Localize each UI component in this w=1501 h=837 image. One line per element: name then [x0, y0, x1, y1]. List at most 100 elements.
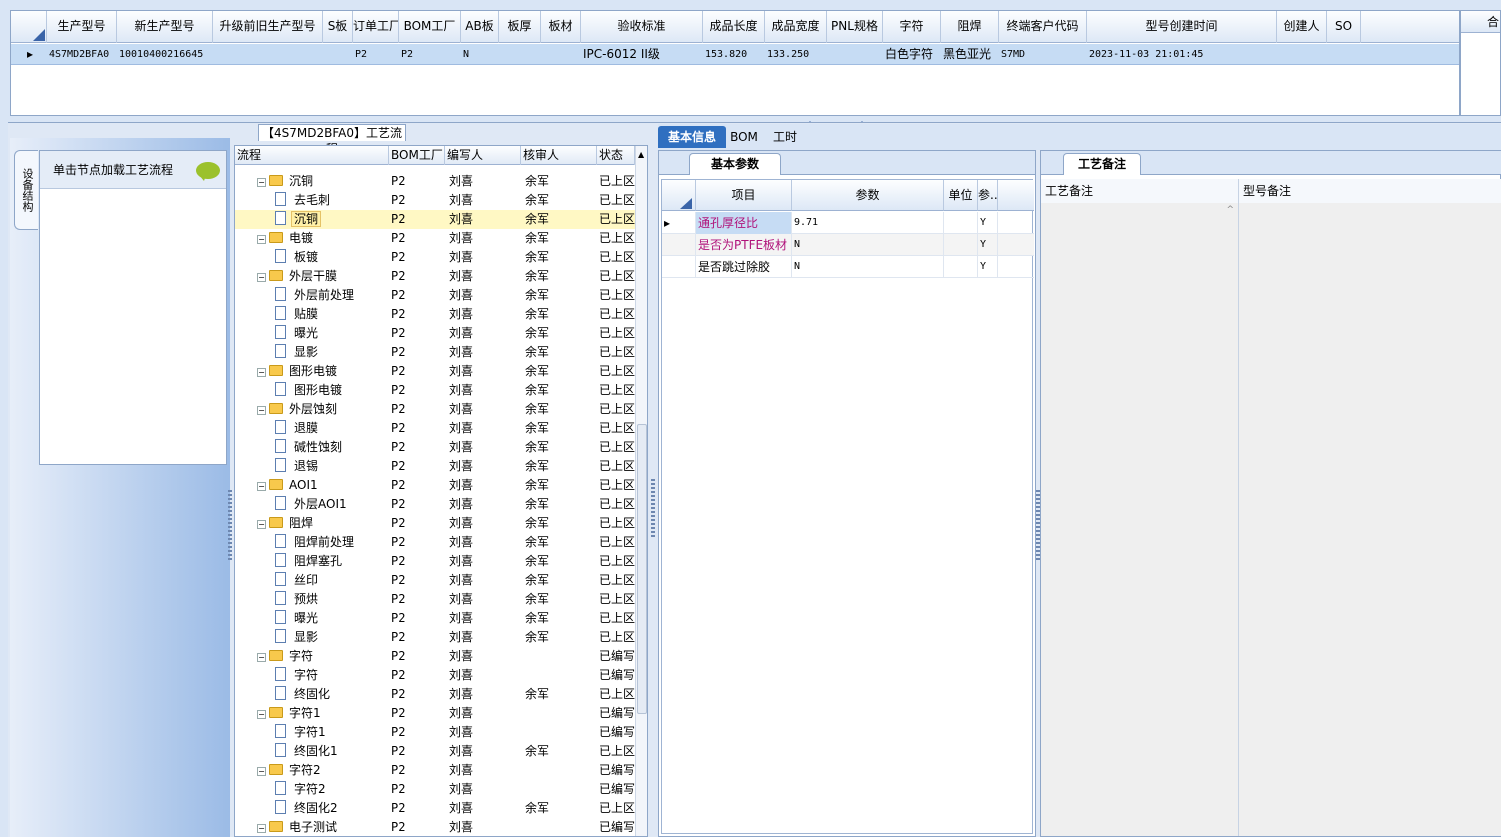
scroll-up-icon[interactable]: ^	[1226, 205, 1234, 215]
tree-node[interactable]: 沉铜	[275, 210, 389, 229]
tree-col-header[interactable]: 状态	[597, 146, 635, 165]
tree-node[interactable]: − 阻焊	[257, 514, 389, 533]
tree-node[interactable]: − 字符1	[257, 704, 389, 723]
tree-node[interactable]: − 外层蚀刻	[257, 400, 389, 419]
tree-node[interactable]: − 字符2	[257, 761, 389, 780]
tree-row[interactable]: 丝印 P2 刘喜 余军 已上区	[235, 571, 635, 590]
tree-row[interactable]: 去毛刺 P2 刘喜 余军 已上区	[235, 191, 635, 210]
col-header[interactable]: 成品宽度	[765, 11, 827, 43]
col-header[interactable]: 型号创建时间	[1087, 11, 1277, 43]
tree-col-header[interactable]: BOM工厂	[389, 146, 445, 165]
tree-node[interactable]: 丝印	[275, 571, 389, 590]
tree-row[interactable]: 阻焊塞孔 P2 刘喜 余军 已上区	[235, 552, 635, 571]
col-header[interactable]: 新生产型号	[117, 11, 213, 43]
tree-row[interactable]: 终固化 P2 刘喜 余军 已上区	[235, 685, 635, 704]
tree-row[interactable]: 阻焊前处理 P2 刘喜 余军 已上区	[235, 533, 635, 552]
tab-basic-info[interactable]: 基本信息	[658, 126, 726, 148]
tree-row[interactable]: 碱性蚀刻 P2 刘喜 余军 已上区	[235, 438, 635, 457]
tree-node[interactable]: 板镀	[275, 248, 389, 267]
tree-row[interactable]: 曝光 P2 刘喜 余军 已上区	[235, 609, 635, 628]
col-header[interactable]: 验收标准	[581, 11, 703, 43]
tree-row[interactable]: 外层AOI1 P2 刘喜 余军 已上区	[235, 495, 635, 514]
tree-node[interactable]: 退膜	[275, 419, 389, 438]
tree-node[interactable]: − 沉铜	[257, 172, 389, 191]
col-header[interactable]: AB板	[461, 11, 499, 43]
tree-node[interactable]: 阻焊前处理	[275, 533, 389, 552]
tree-row[interactable]: 字符 P2 刘喜 已编写	[235, 666, 635, 685]
tree-col-header[interactable]: 核审人	[521, 146, 597, 165]
tree-row[interactable]: 沉铜 P2 刘喜 余军 已上区	[235, 210, 635, 229]
tree-node[interactable]: − AOI1	[257, 476, 389, 495]
tree-node[interactable]: 字符1	[275, 723, 389, 742]
col-header[interactable]: 创建人	[1277, 11, 1327, 43]
params-header-item[interactable]: 项目	[696, 180, 792, 211]
tree-node[interactable]: 图形电镀	[275, 381, 389, 400]
tree-node[interactable]: − 图形电镀	[257, 362, 389, 381]
col-header[interactable]: 终端客户代码	[999, 11, 1087, 43]
collapse-icon[interactable]: −	[257, 368, 266, 377]
tree-row[interactable]: 退膜 P2 刘喜 余军 已上区	[235, 419, 635, 438]
tree-row[interactable]: − 外层蚀刻 P2 刘喜 余军 已上区	[235, 400, 635, 419]
collapse-icon[interactable]: −	[257, 406, 266, 415]
tree-node[interactable]: 退锡	[275, 457, 389, 476]
tree-node[interactable]: − 字符	[257, 647, 389, 666]
tree-node[interactable]: 显影	[275, 343, 389, 362]
tree-row[interactable]: 外层前处理 P2 刘喜 余军 已上区	[235, 286, 635, 305]
select-all-corner[interactable]	[11, 11, 47, 43]
param-cell-value[interactable]: N	[792, 234, 944, 256]
tree-node[interactable]: 预烘	[275, 590, 389, 609]
params-corner[interactable]	[662, 180, 696, 211]
collapse-icon[interactable]: −	[257, 235, 266, 244]
tree-row[interactable]: − AOI1 P2 刘喜 余军 已上区	[235, 476, 635, 495]
tree-row[interactable]: − 电镀 P2 刘喜 余军 已上区	[235, 229, 635, 248]
col-header[interactable]: 阻焊	[941, 11, 999, 43]
collapse-icon[interactable]: −	[257, 273, 266, 282]
tree-row[interactable]: − 字符1 P2 刘喜 已编写	[235, 704, 635, 723]
collapse-icon[interactable]: −	[257, 482, 266, 491]
tree-row[interactable]: 板镀 P2 刘喜 余军 已上区	[235, 248, 635, 267]
tree-node[interactable]: 字符	[275, 666, 389, 685]
tree-row[interactable]: 字符1 P2 刘喜 已编写	[235, 723, 635, 742]
param-row[interactable]: ▸ 通孔厚径比 9.71 Y	[662, 212, 1034, 234]
model-grid-row[interactable]: ▸ 4S7MD2BFA0 10010400216645 P2 P2 N IPC-6012 …	[11, 44, 1459, 65]
tree-row[interactable]: 终固化2 P2 刘喜 余军 已上区	[235, 799, 635, 818]
tree-row[interactable]: 显影 P2 刘喜 余军 已上区	[235, 628, 635, 647]
col-header[interactable]: 升级前旧生产型号	[213, 11, 323, 43]
collapse-icon[interactable]: −	[257, 710, 266, 719]
col-header[interactable]: 字符	[883, 11, 941, 43]
tree-node[interactable]: 碱性蚀刻	[275, 438, 389, 457]
tree-row[interactable]: 贴膜 P2 刘喜 余军 已上区	[235, 305, 635, 324]
tree-node[interactable]: 曝光	[275, 324, 389, 343]
tree-node[interactable]: 阻焊塞孔	[275, 552, 389, 571]
tree-scrollbar[interactable]: ▲	[635, 146, 647, 836]
process-remarks-field[interactable]: ^	[1041, 203, 1239, 836]
params-header-value[interactable]: 参数	[792, 180, 944, 211]
tree-splitter[interactable]	[648, 124, 658, 837]
tree-col-header[interactable]: 流程	[235, 146, 389, 165]
tree-node[interactable]: 外层AOI1	[275, 495, 389, 514]
tree-row[interactable]: 显影 P2 刘喜 余军 已上区	[235, 343, 635, 362]
collapse-icon[interactable]: −	[257, 178, 266, 187]
tree-node[interactable]: 终固化1	[275, 742, 389, 761]
tree-row[interactable]: 退锡 P2 刘喜 余军 已上区	[235, 457, 635, 476]
param-row[interactable]: 是否跳过除胶 N Y	[662, 256, 1034, 278]
tree-node[interactable]: 显影	[275, 628, 389, 647]
tree-row[interactable]: − 外层干膜 P2 刘喜 余军 已上区	[235, 267, 635, 286]
tree-row[interactable]: − 字符 P2 刘喜 已编写	[235, 647, 635, 666]
tree-node[interactable]: 终固化2	[275, 799, 389, 818]
collapse-icon[interactable]: −	[257, 767, 266, 776]
vertical-tab-structure[interactable]: 设备结构	[14, 150, 38, 230]
col-header[interactable]: 板材	[541, 11, 581, 43]
tab-basic-params[interactable]: 基本参数	[689, 153, 781, 175]
tree-scroll-thumb[interactable]	[637, 424, 647, 714]
col-header[interactable]: 板厚	[499, 11, 541, 43]
tree-row[interactable]: 曝光 P2 刘喜 余军 已上区	[235, 324, 635, 343]
tree-row[interactable]: 预烘 P2 刘喜 余军 已上区	[235, 590, 635, 609]
tree-node[interactable]: − 电子测试	[257, 818, 389, 836]
tree-node[interactable]: − 电镀	[257, 229, 389, 248]
left-splitter[interactable]	[228, 490, 232, 560]
param-cell-value[interactable]: N	[792, 256, 944, 278]
tree-row[interactable]: − 阻焊 P2 刘喜 余军 已上区	[235, 514, 635, 533]
tree-row[interactable]: 字符2 P2 刘喜 已编写	[235, 780, 635, 799]
tree-node[interactable]: 终固化	[275, 685, 389, 704]
